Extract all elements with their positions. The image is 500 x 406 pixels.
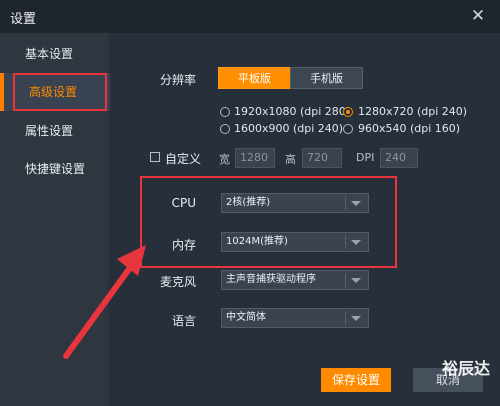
radio-1280x720[interactable] [343, 107, 353, 117]
radio-label: 1920x1080 (dpi 280) [234, 105, 351, 118]
select-divider [345, 273, 346, 287]
chevron-down-icon [351, 278, 361, 283]
memory-label: 内存 [171, 238, 196, 252]
memory-select[interactable]: 1024M(推荐) [221, 232, 369, 252]
sidebar-item-advanced[interactable]: 高级设置 [0, 73, 110, 111]
resolution-label: 分辨率 [159, 73, 196, 87]
width-label: 宽 [219, 153, 230, 166]
sidebar-item-label: 基本设置 [25, 47, 74, 61]
radio-1920x1080[interactable] [220, 107, 230, 117]
cpu-select[interactable]: 2核(推荐) [221, 193, 369, 213]
window-title: 设置 [10, 12, 37, 27]
chevron-down-icon [351, 240, 361, 245]
active-indicator [0, 73, 4, 111]
height-label: 高 [285, 153, 296, 166]
radio-960x540[interactable] [343, 124, 353, 134]
width-input[interactable]: 1280 [235, 148, 275, 168]
sidebar: 基本设置 高级设置 属性设置 快捷键设置 [0, 33, 110, 406]
sidebar-item-label: 高级设置 [29, 85, 78, 99]
dpi-label: DPI [356, 151, 375, 164]
tab-phone[interactable]: 手机版 [290, 67, 363, 89]
sidebar-item-basic[interactable]: 基本设置 [0, 35, 110, 73]
height-input[interactable]: 720 [302, 148, 342, 168]
cpu-label: CPU [171, 196, 196, 210]
close-icon[interactable]: ✕ [468, 6, 488, 26]
radio-1600x900[interactable] [220, 124, 230, 134]
sidebar-item-shortcuts[interactable]: 快捷键设置 [0, 150, 110, 188]
select-divider [345, 235, 346, 249]
microphone-select[interactable]: 主声音捕获驱动程序 [221, 270, 369, 290]
memory-select-value: 1024M(推荐) [226, 236, 288, 247]
sidebar-item-properties[interactable]: 属性设置 [0, 112, 110, 150]
language-select-value: 中文简体 [226, 312, 266, 323]
chevron-down-icon [351, 316, 361, 321]
radio-label: 960x540 (dpi 160) [358, 122, 461, 135]
cpu-select-value: 2核(推荐) [226, 197, 271, 208]
custom-checkbox[interactable] [150, 152, 160, 162]
radio-label: 1280x720 (dpi 240) [358, 105, 468, 118]
language-label: 语言 [171, 314, 196, 328]
chevron-down-icon [351, 201, 361, 206]
radio-label: 1600x900 (dpi 240) [234, 122, 344, 135]
select-divider [345, 196, 346, 210]
sidebar-item-label: 属性设置 [25, 124, 74, 138]
custom-label: 自定义 [165, 152, 202, 166]
tab-tablet[interactable]: 平板版 [218, 67, 291, 89]
watermark-text: 裕辰达 [441, 359, 490, 378]
language-select[interactable]: 中文简体 [221, 308, 369, 328]
sidebar-item-label: 快捷键设置 [25, 162, 86, 176]
dpi-input[interactable]: 240 [380, 148, 418, 168]
title-bar: 设置 ✕ [0, 0, 500, 33]
microphone-select-value: 主声音捕获驱动程序 [226, 274, 316, 285]
select-divider [345, 311, 346, 325]
save-button[interactable]: 保存设置 [321, 368, 391, 392]
microphone-label: 麦克风 [159, 275, 196, 289]
